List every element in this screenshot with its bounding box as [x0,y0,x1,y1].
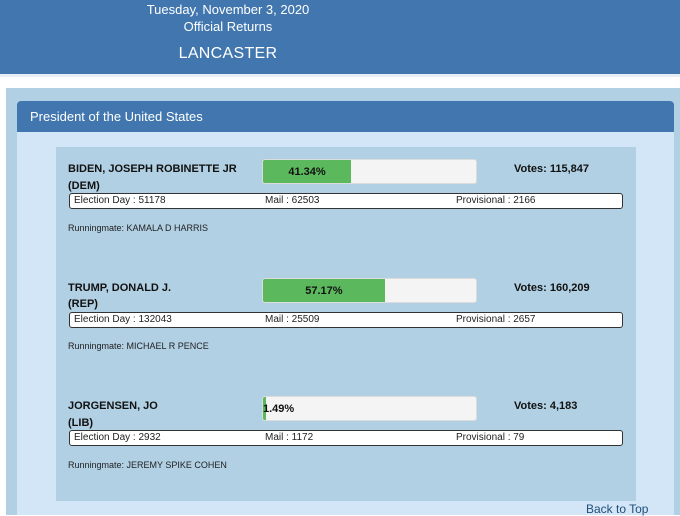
election-date: Tuesday, November 3, 2020 [146,2,310,17]
vote-total: Votes: 160,209 [514,282,590,294]
vote-breakdown: Election Day : 2932 Mail : 1172 Provisio… [69,430,623,446]
percent-label: 57.17% [305,285,343,297]
runningmate: Runningmate: JEREMY SPIKE COHEN [68,460,227,470]
election-day-count: Election Day : 51178 [74,195,166,206]
banner-divider [0,74,680,77]
runningmate: Runningmate: KAMALA D HARRIS [68,223,209,233]
percent-bar: 1.49% [262,396,477,421]
vote-total: Votes: 115,847 [514,163,590,175]
percent-label: 1.49% [263,403,295,415]
candidate-name: TRUMP, DONALD J. [68,282,172,294]
top-banner: Tuesday, November 3, 2020 Official Retur… [0,0,680,74]
candidate-name: JORGENSEN, JO [68,400,158,412]
candidate-party: (REP) [68,298,98,310]
back-to-top-link[interactable]: Back to Top [586,502,648,516]
candidate-party: (LIB) [68,417,94,429]
election-day-count: Election Day : 132043 [74,314,172,325]
provisional-count: Provisional : 2166 [456,195,536,206]
provisional-count: Provisional : 2657 [456,314,536,325]
percent-bar: 41.34% [262,159,477,184]
provisional-count: Provisional : 79 [456,432,525,443]
vote-total: Votes: 4,183 [514,400,578,412]
election-day-count: Election Day : 2932 [74,432,161,443]
candidate-name: BIDEN, JOSEPH ROBINETTE JR [68,163,237,175]
county-name: LANCASTER [178,45,278,62]
mail-count: Mail : 62503 [265,195,320,206]
candidate-party: (DEM) [68,180,100,192]
contest-title: President of the United States [30,109,203,124]
mail-count: Mail : 25509 [265,314,320,325]
mail-count: Mail : 1172 [265,432,314,443]
vote-breakdown: Election Day : 132043 Mail : 25509 Provi… [69,312,623,328]
returns-status: Official Returns [183,19,273,34]
vote-breakdown: Election Day : 51178 Mail : 62503 Provis… [69,193,623,209]
percent-bar: 57.17% [262,278,477,303]
contest-header: President of the United States [17,101,674,132]
percent-label: 41.34% [288,166,326,178]
runningmate: Runningmate: MICHAEL R PENCE [68,341,209,351]
